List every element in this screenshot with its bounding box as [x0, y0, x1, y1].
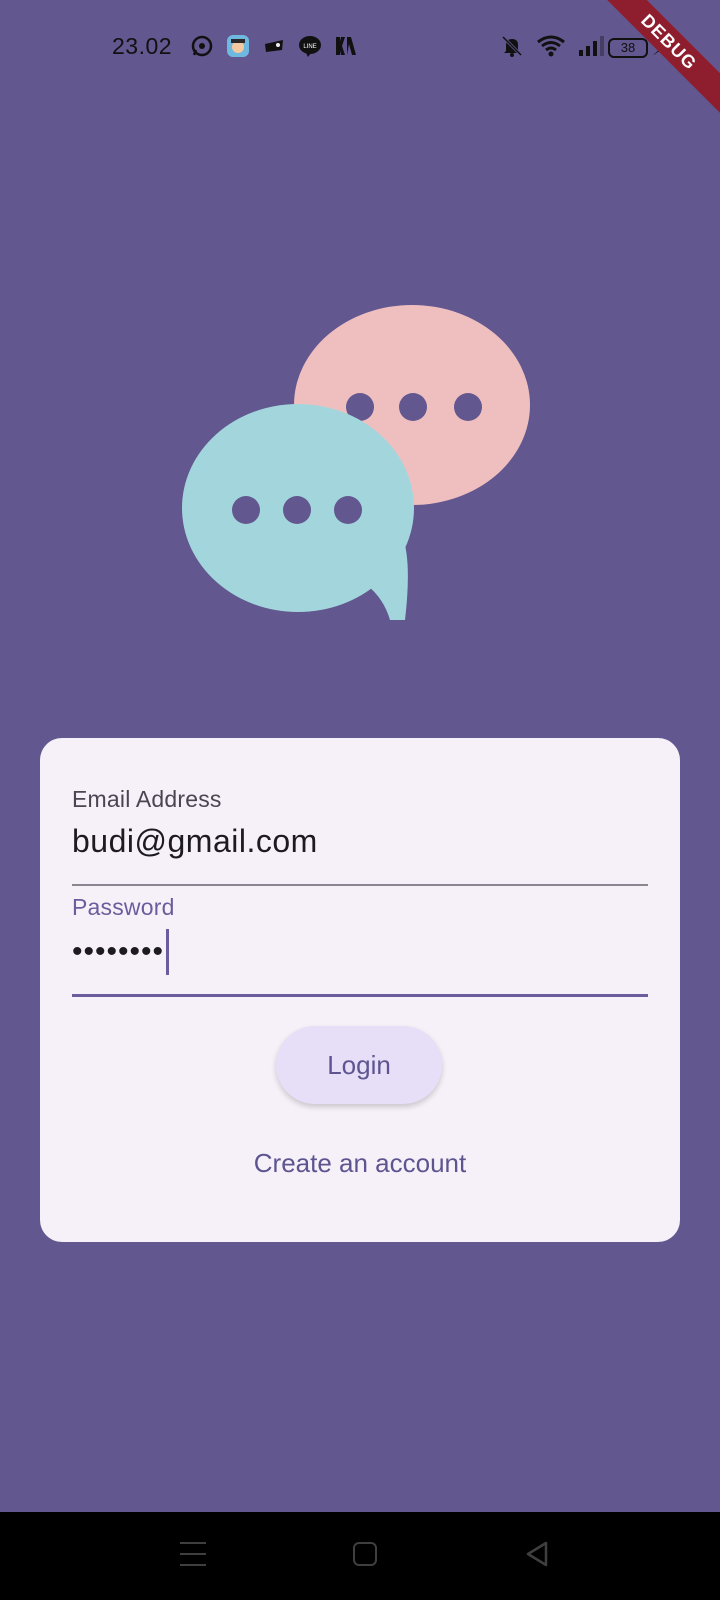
- status-bar: 23.02 LINE 38 ⚡: [0, 0, 720, 96]
- game-controller-icon: [262, 34, 286, 58]
- back-icon[interactable]: [524, 1540, 550, 1568]
- text-cursor: [166, 929, 170, 975]
- wifi-icon: [536, 34, 566, 63]
- login-button[interactable]: Login: [276, 1026, 442, 1104]
- home-icon[interactable]: [353, 1542, 377, 1566]
- password-masked-value: ••••••••: [72, 935, 165, 968]
- avatar-app-icon: [226, 34, 250, 58]
- line-icon: LINE: [298, 34, 322, 58]
- email-label: Email Address: [72, 786, 222, 812]
- bell-muted-icon: [500, 34, 524, 63]
- navigation-bar: [0, 1512, 720, 1600]
- login-card: Email Address budi@gmail.com Password ••…: [40, 738, 680, 1242]
- notification-icons: LINE: [190, 34, 358, 58]
- password-field[interactable]: Password ••••••••: [72, 894, 648, 997]
- teal-bubble-icon: [182, 404, 414, 620]
- password-label: Password: [72, 894, 175, 920]
- chat-bubbles-logo: [180, 305, 540, 640]
- password-input[interactable]: ••••••••: [72, 929, 648, 975]
- menu-icon[interactable]: [180, 1542, 206, 1566]
- status-time: 23.02: [112, 33, 173, 59]
- email-field[interactable]: Email Address budi@gmail.com: [72, 786, 648, 886]
- signal-icon: [578, 34, 606, 63]
- email-input[interactable]: budi@gmail.com: [72, 823, 648, 860]
- battery-icon: 38: [608, 38, 648, 58]
- whatsapp-icon: [190, 34, 214, 58]
- system-icons: [500, 34, 606, 63]
- kai-icon: [334, 34, 358, 58]
- create-account-link[interactable]: Create an account: [40, 1148, 680, 1179]
- svg-text:LINE: LINE: [303, 44, 316, 50]
